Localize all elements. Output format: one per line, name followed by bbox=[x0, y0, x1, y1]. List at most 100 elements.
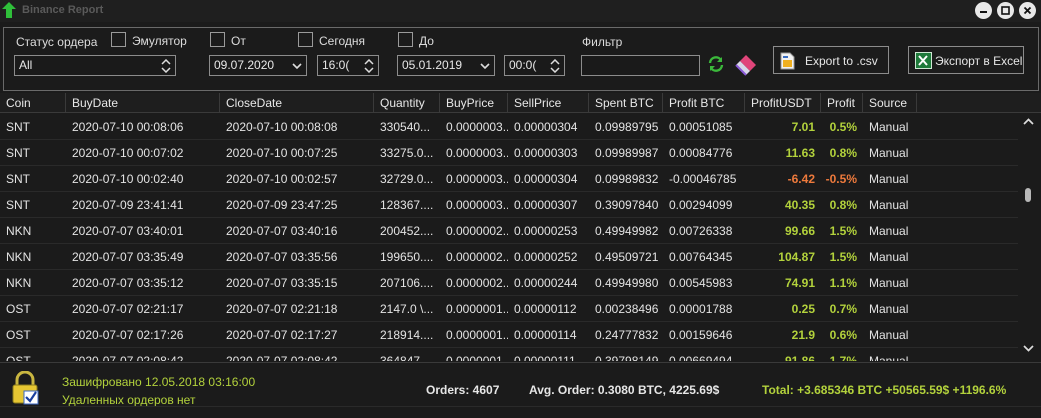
column-header-profit-btc[interactable]: Profit BTC bbox=[663, 93, 745, 113]
column-header-profit[interactable]: Profit bbox=[821, 93, 863, 113]
cell-profit-btc: -0.00046785 bbox=[669, 172, 737, 186]
cell-buy-date: 2020-07-10 00:07:02 bbox=[72, 146, 184, 160]
cell-sell-price: 0.00000114 bbox=[514, 328, 577, 342]
filter-input[interactable] bbox=[581, 55, 700, 76]
cell-source: Manual bbox=[869, 354, 909, 361]
chevron-down-icon[interactable] bbox=[1023, 344, 1034, 352]
cell-coin: SNT bbox=[6, 120, 30, 134]
green-up-arrow-icon bbox=[2, 2, 16, 18]
to-date-picker[interactable]: 05.01.2019 bbox=[397, 55, 495, 76]
average-order: Avg. Order: 0.3080 BTC, 4225.69$ bbox=[529, 383, 720, 397]
column-header-closedate[interactable]: CloseDate bbox=[220, 93, 374, 113]
cell-spent-btc: 0.00238496 bbox=[595, 302, 659, 316]
cell-coin: OST bbox=[6, 328, 31, 342]
cell-buy-price: 0.0000003... bbox=[446, 198, 508, 212]
cell-spent-btc: 0.39798149 bbox=[595, 354, 659, 361]
export-csv-label: Export to .csv bbox=[805, 54, 878, 68]
column-header-profit-usdt[interactable]: ProfitUSDT bbox=[745, 93, 821, 113]
refresh-icon[interactable] bbox=[707, 55, 725, 73]
cell-buy-price: 0.0000002... bbox=[446, 250, 508, 264]
table-row[interactable]: NKN 2020-07-07 03:35:12 2020-07-07 03:35… bbox=[0, 270, 1018, 296]
table-row[interactable]: OST 2020-07-07 02:21:17 2020-07-07 02:21… bbox=[0, 296, 1018, 322]
column-header-buydate[interactable]: BuyDate bbox=[66, 93, 220, 113]
order-status-value: All bbox=[19, 58, 33, 72]
scrollbar-thumb[interactable] bbox=[1025, 188, 1031, 202]
eraser-icon[interactable] bbox=[734, 51, 760, 77]
table-row[interactable]: SNT 2020-07-09 23:41:41 2020-07-09 23:47… bbox=[0, 192, 1018, 218]
cell-close-date: 2020-07-07 03:35:56 bbox=[226, 250, 338, 264]
emulator-checkbox[interactable] bbox=[111, 32, 126, 47]
deleted-orders-status: Удаленных ордеров нет bbox=[62, 393, 196, 407]
cell-spent-btc: 0.49509721 bbox=[595, 250, 659, 264]
cell-spent-btc: 0.24777832 bbox=[595, 328, 659, 342]
status-bar: Зашифровано 12.05.2018 03:16:00 Удаленны… bbox=[0, 362, 1041, 418]
cell-coin: NKN bbox=[6, 276, 32, 290]
column-header-quantity[interactable]: Quantity bbox=[374, 93, 440, 113]
table-row[interactable]: OST 2020-07-07 02:17:26 2020-07-07 02:17… bbox=[0, 322, 1018, 348]
vertical-scrollbar[interactable] bbox=[1018, 114, 1041, 361]
cell-buy-date: 2020-07-10 00:08:06 bbox=[72, 120, 184, 134]
cell-quantity: 199650.... bbox=[380, 250, 434, 264]
cell-profit-percent: 1.7% bbox=[829, 354, 857, 361]
today-label: Сегодня bbox=[319, 34, 365, 48]
table-row[interactable]: SNT 2020-07-10 00:08:06 2020-07-10 00:08… bbox=[0, 114, 1018, 140]
minimize-button[interactable] bbox=[975, 2, 992, 19]
table-header: Coin BuyDate CloseDate Quantity BuyPrice… bbox=[0, 93, 1041, 113]
to-label: До bbox=[419, 34, 434, 48]
cell-source: Manual bbox=[869, 328, 909, 342]
cell-profit-btc: 0.00545983 bbox=[669, 276, 733, 290]
cell-profit-percent: 1.5% bbox=[829, 224, 857, 238]
cell-profit-btc: 0.00084776 bbox=[669, 146, 733, 160]
chevron-up-icon[interactable] bbox=[1023, 118, 1034, 126]
document-csv-icon bbox=[780, 52, 795, 70]
cell-sell-price: 0.00000307 bbox=[514, 198, 578, 212]
table-row[interactable]: SNT 2020-07-10 00:02:40 2020-07-10 00:02… bbox=[0, 166, 1018, 192]
from-time-spinner[interactable]: 16:0( bbox=[317, 55, 379, 76]
cell-profit-btc: 0.00764345 bbox=[669, 250, 733, 264]
cell-source: Manual bbox=[869, 146, 909, 160]
cell-buy-date: 2020-07-07 02:08:42 bbox=[72, 354, 184, 361]
cell-profit-usdt: 99.66 bbox=[784, 224, 815, 238]
export-csv-button[interactable]: Export to .csv bbox=[773, 46, 889, 74]
table-row[interactable]: SNT 2020-07-10 00:07:02 2020-07-10 00:07… bbox=[0, 140, 1018, 166]
today-checkbox[interactable] bbox=[298, 32, 313, 47]
from-date-picker[interactable]: 09.07.2020 bbox=[209, 55, 307, 76]
cell-close-date: 2020-07-10 00:02:57 bbox=[226, 172, 338, 186]
to-checkbox[interactable] bbox=[398, 32, 413, 47]
cell-buy-price: 0.0000001... bbox=[446, 328, 508, 342]
column-header-coin[interactable]: Coin bbox=[0, 93, 66, 113]
cell-buy-price: 0.0000002... bbox=[446, 224, 508, 238]
table-row[interactable]: OST 2020-07-07 02:08:42 2020-07-07 02:08… bbox=[0, 348, 1018, 361]
cell-quantity: 128367.... bbox=[380, 198, 434, 212]
to-time-spinner[interactable]: 00:0( bbox=[504, 55, 565, 76]
cell-spent-btc: 0.49949982 bbox=[595, 224, 659, 238]
cell-profit-usdt: 11.63 bbox=[785, 146, 815, 160]
cell-quantity: 364847.... bbox=[380, 354, 434, 361]
cell-quantity: 330540... bbox=[380, 120, 431, 134]
cell-close-date: 2020-07-09 23:47:25 bbox=[226, 198, 338, 212]
column-header-buyprice[interactable]: BuyPrice bbox=[440, 93, 508, 113]
column-header-source[interactable]: Source bbox=[863, 93, 917, 113]
close-button[interactable] bbox=[1019, 2, 1036, 19]
cell-spent-btc: 0.09989795 bbox=[595, 120, 659, 134]
table-row[interactable]: NKN 2020-07-07 03:35:49 2020-07-07 03:35… bbox=[0, 244, 1018, 270]
cell-source: Manual bbox=[869, 302, 909, 316]
cell-quantity: 200452.... bbox=[380, 224, 434, 238]
export-excel-button[interactable]: Экспорт в Excel bbox=[908, 46, 1024, 74]
orders-count: Orders: 4607 bbox=[426, 383, 500, 397]
cell-buy-price: 0.0000003... bbox=[446, 120, 508, 134]
column-header-sellprice[interactable]: SellPrice bbox=[508, 93, 589, 113]
maximize-button[interactable] bbox=[997, 2, 1014, 19]
emulator-label: Эмулятор bbox=[132, 34, 187, 48]
cell-profit-percent: 1.5% bbox=[829, 250, 857, 264]
table-row[interactable]: NKN 2020-07-07 03:40:01 2020-07-07 03:40… bbox=[0, 218, 1018, 244]
cell-sell-price: 0.00000111 bbox=[514, 354, 576, 361]
order-status-select[interactable]: All bbox=[14, 55, 176, 76]
cell-quantity: 33275.0... bbox=[380, 146, 434, 160]
cell-buy-date: 2020-07-07 03:35:12 bbox=[72, 276, 184, 290]
from-checkbox[interactable] bbox=[210, 32, 225, 47]
cell-close-date: 2020-07-10 00:08:08 bbox=[226, 120, 338, 134]
cell-buy-price: 0.0000002... bbox=[446, 276, 508, 290]
column-header-spent-btc[interactable]: Spent BTC bbox=[589, 93, 663, 113]
to-time-value: 00:0( bbox=[509, 58, 537, 72]
